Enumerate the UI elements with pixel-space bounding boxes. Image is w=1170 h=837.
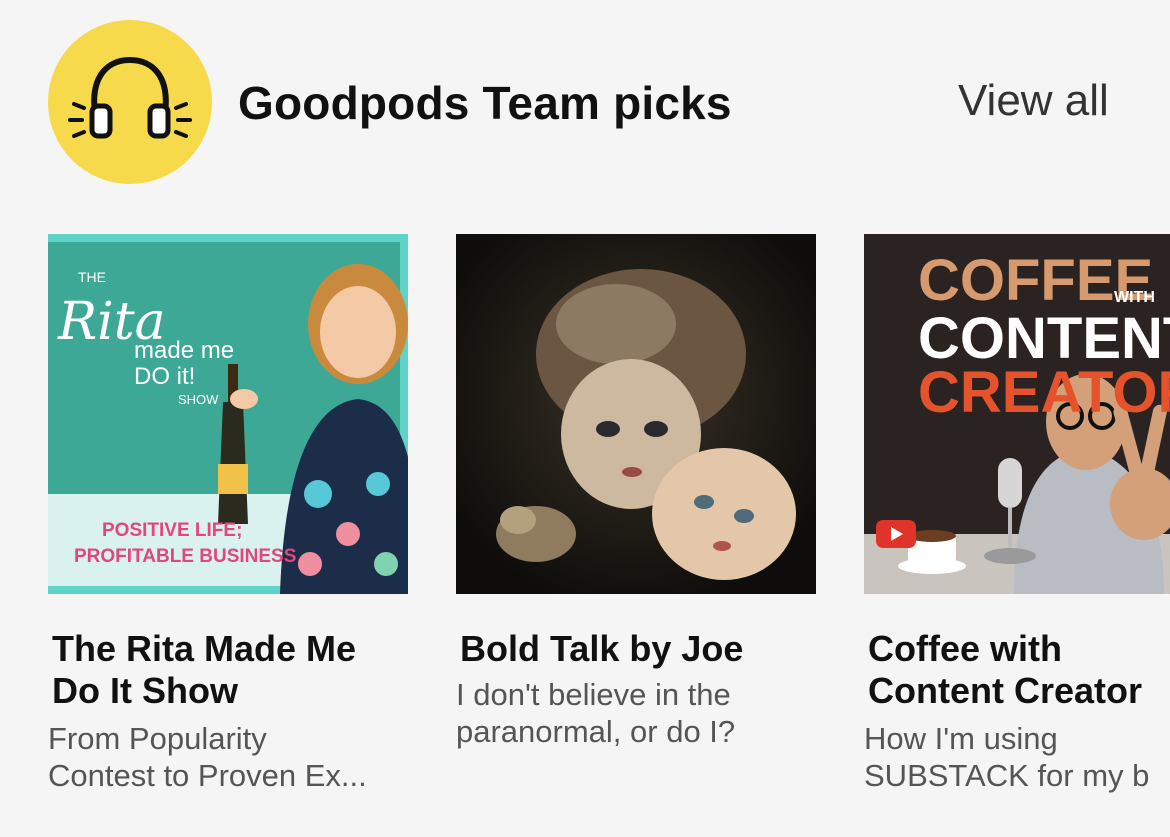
art-tagline-2: PROFITABLE BUSINESS (74, 546, 296, 567)
podcast-card-bold-talk[interactable]: Bold Talk by Joe I don't believe in the … (456, 234, 816, 814)
goodpods-logo[interactable] (48, 20, 212, 184)
art-tagline-1: POSITIVE LIFE; (102, 520, 242, 541)
section-header: Goodpods Team picks View all (48, 20, 1170, 186)
podcast-cover-coffee[interactable]: COFFEE WITH CONTENT CREATORS (864, 234, 1170, 594)
episode-subtitle: From Popularity Contest to Proven Ex... (48, 721, 367, 793)
view-all-link[interactable]: View all (958, 76, 1109, 126)
art-creators: CREATORS (918, 360, 1170, 425)
podcast-carousel[interactable]: THE Rita made me DO it! SHOW POSITIVE LI… (48, 234, 1170, 837)
art-made-me: made me (134, 337, 234, 364)
headphones-icon (68, 56, 192, 139)
page: Goodpods Team picks View all THE Rita ma… (0, 0, 1170, 837)
podcast-card-coffee[interactable]: COFFEE WITH CONTENT CREATORS Coffee with… (864, 234, 1170, 814)
podcast-cover-bold-talk[interactable] (456, 234, 816, 594)
section-title: Goodpods Team picks (238, 77, 732, 129)
art-show: SHOW (178, 392, 219, 407)
podcast-title[interactable]: Bold Talk by Joe (460, 628, 880, 670)
podcast-cover-rita[interactable]: THE Rita made me DO it! SHOW POSITIVE LI… (48, 234, 408, 594)
episode-subtitle: How I'm using SUBSTACK for my b (864, 721, 1150, 793)
art-with: WITH (1114, 289, 1155, 306)
art-do-it: DO it! (134, 363, 195, 390)
episode-subtitle: I don't believe in the paranormal, or do… (456, 677, 736, 749)
podcast-title[interactable]: Coffee with Content Creator (868, 628, 1170, 712)
podcast-card-rita[interactable]: THE Rita made me DO it! SHOW POSITIVE LI… (48, 234, 408, 814)
podcast-title[interactable]: The Rita Made Me Do It Show (52, 628, 472, 712)
art-the: THE (78, 269, 106, 285)
